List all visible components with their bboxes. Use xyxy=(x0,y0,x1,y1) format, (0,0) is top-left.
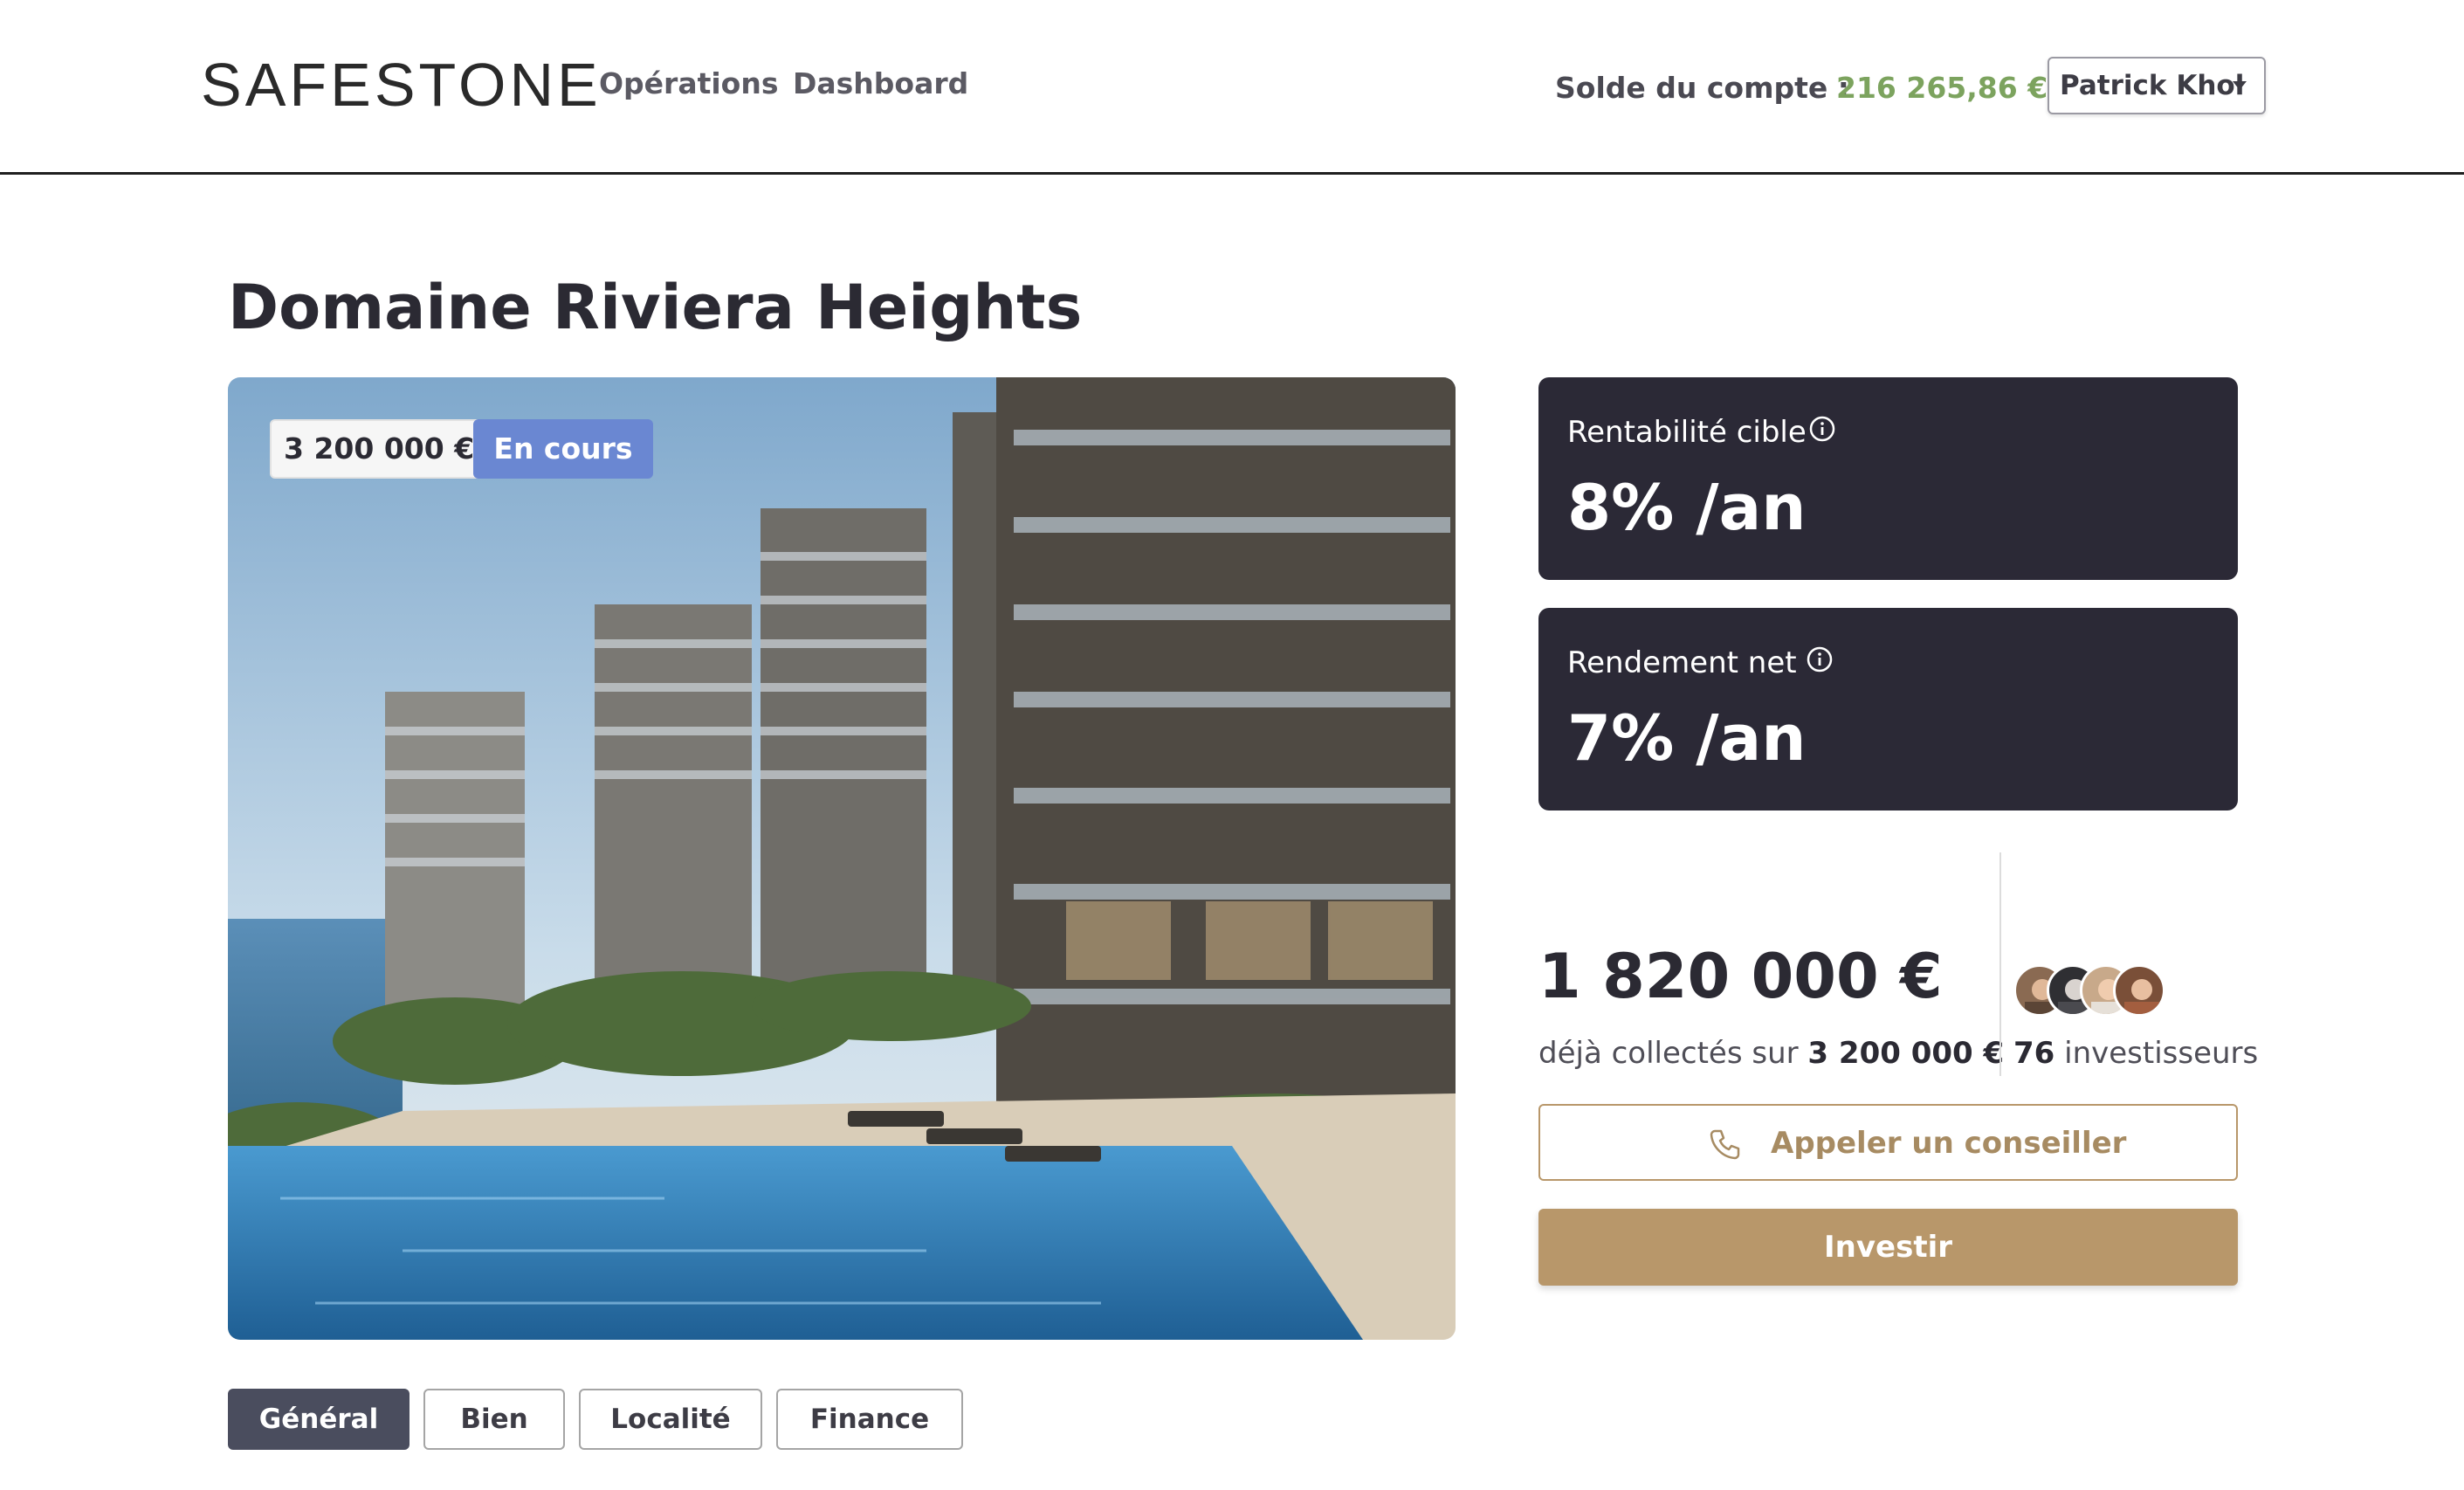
balance-label: Solde du compte : xyxy=(1555,71,1849,105)
info-icon[interactable] xyxy=(1808,415,1836,443)
nav-dashboard[interactable]: Dashboard xyxy=(793,66,968,101)
stat-label: Rentabilité cible xyxy=(1567,415,1807,450)
balance-value: 216 265,86 € xyxy=(1836,71,2048,105)
investors-number: 76 xyxy=(2013,1036,2055,1071)
chevron-down-icon xyxy=(2233,81,2247,90)
tab-bien[interactable]: Bien xyxy=(423,1389,565,1450)
logo[interactable]: SAFESTONE xyxy=(201,54,602,115)
raised-amount: 1 820 000 € xyxy=(1538,941,1943,1012)
info-icon[interactable] xyxy=(1806,645,1834,673)
nav-operations[interactable]: Opérations xyxy=(599,66,779,101)
property-illustration xyxy=(228,377,1456,1340)
net-yield-card: Rendement net 7% /an xyxy=(1538,608,2238,811)
call-advisor-button[interactable]: Appeler un conseiller xyxy=(1538,1104,2238,1181)
call-advisor-label: Appeler un conseiller xyxy=(1771,1126,2127,1161)
page-title: Domaine Riviera Heights xyxy=(228,272,1083,343)
investors-suffix: investisseurs xyxy=(2064,1036,2259,1071)
phone-icon xyxy=(1710,1129,1740,1160)
stat-label: Rendement net xyxy=(1567,645,1797,680)
stat-value: 7% /an xyxy=(1567,701,1807,775)
user-name: Patrick Khol xyxy=(2060,70,2245,101)
tab-localite[interactable]: Localité xyxy=(579,1389,762,1450)
raised-subtitle: déjà collectés sur 3 200 000 € xyxy=(1538,1034,2004,1073)
property-image: 3 200 000 € En cours xyxy=(228,377,1456,1340)
invest-button[interactable]: Investir xyxy=(1538,1209,2238,1286)
investors-count: 76 investisseurs xyxy=(2013,1034,2258,1073)
tab-finance[interactable]: Finance xyxy=(776,1389,963,1450)
target-return-card: Rentabilité cible 8% /an xyxy=(1538,377,2238,580)
top-header: SAFESTONE Opérations Dashboard Solde du … xyxy=(0,0,2464,175)
user-menu-select[interactable]: Patrick Khol xyxy=(2048,57,2266,114)
stat-value: 8% /an xyxy=(1567,471,1807,544)
raised-goal: 3 200 000 € xyxy=(1807,1036,2005,1071)
divider xyxy=(1999,852,2001,1076)
avatar xyxy=(2113,964,2165,1017)
price-badge: 3 200 000 € xyxy=(270,419,489,479)
status-badge: En cours xyxy=(473,419,653,479)
raised-prefix: déjà collectés sur xyxy=(1538,1036,1799,1071)
investor-avatars xyxy=(2013,964,2171,1017)
tab-general[interactable]: Général xyxy=(228,1389,410,1450)
